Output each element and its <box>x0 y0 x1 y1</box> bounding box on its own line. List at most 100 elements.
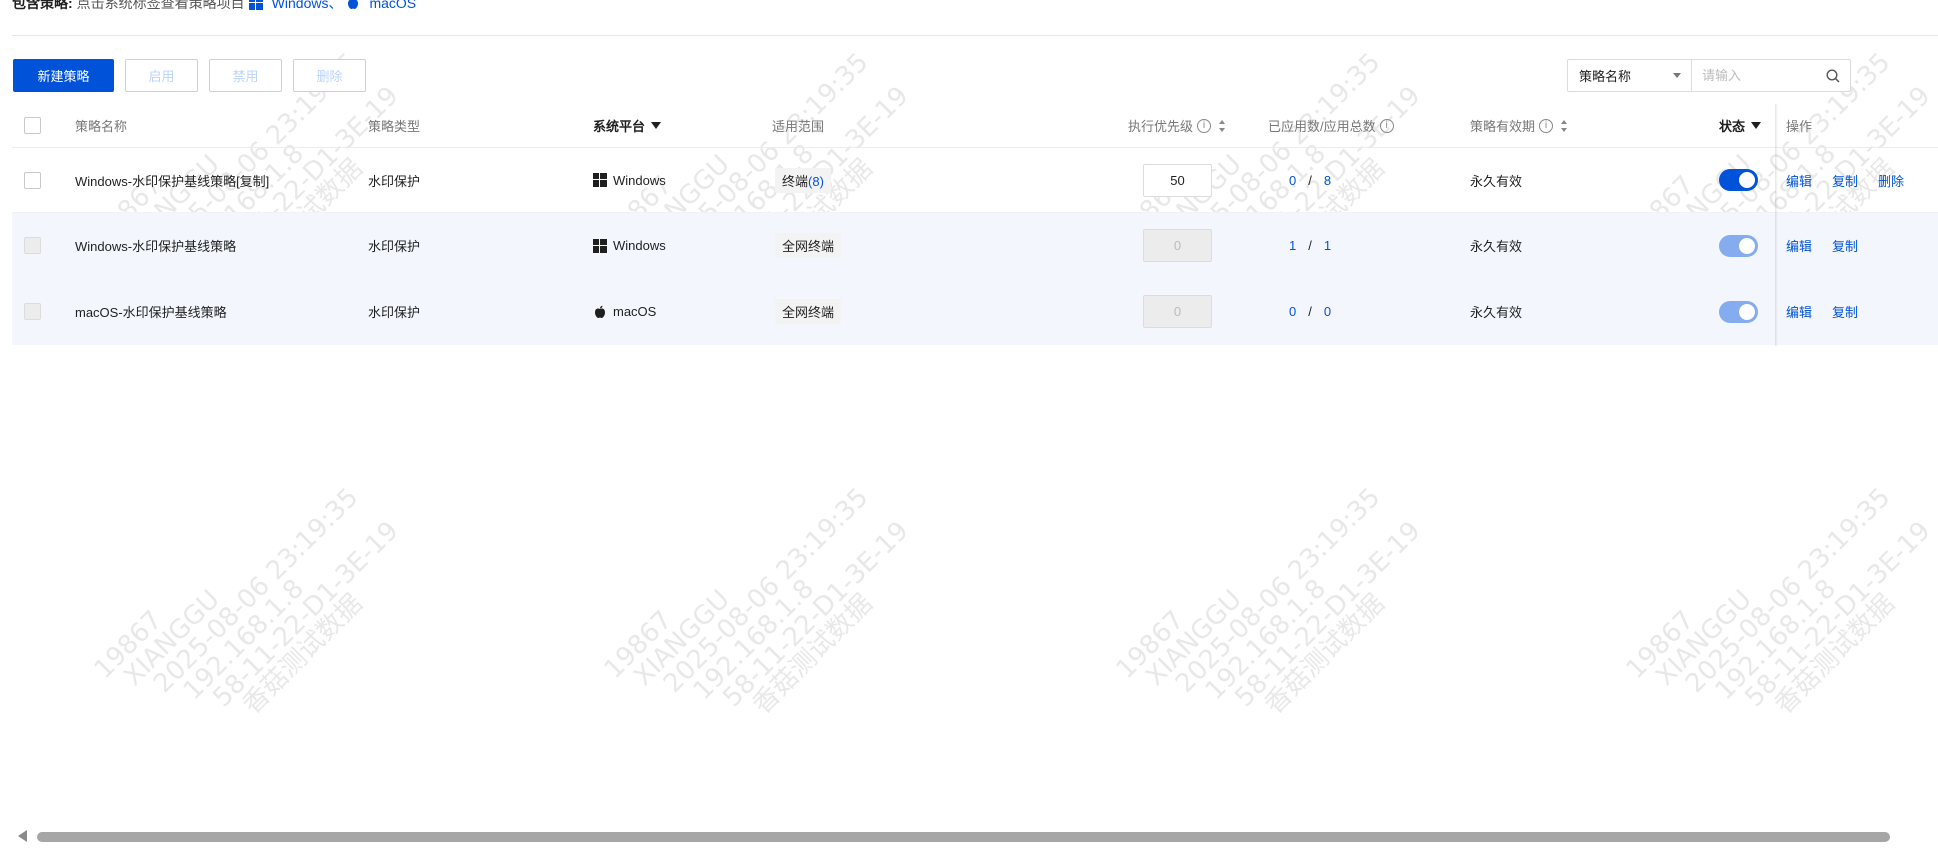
scrollbar-thumb[interactable] <box>37 832 1890 842</box>
watermark-line: 192.168.1.8 <box>1199 573 1333 707</box>
col-priority-label: 执行优先级 <box>1128 119 1194 134</box>
applied-separator: / <box>1308 304 1312 319</box>
col-validity[interactable]: 策略有效期 i <box>1470 116 1568 135</box>
status-toggle[interactable] <box>1719 234 1758 257</box>
priority-input[interactable]: 0 <box>1143 229 1212 262</box>
watermark-line: 香菇测试数据 <box>1769 588 1901 721</box>
watermark-line: 2025-08-06 23:19:35 <box>147 482 365 699</box>
validity: 永久有效 <box>1470 239 1523 254</box>
priority-cell: 0 <box>1143 229 1212 262</box>
watermark-line: 192.168.1.8 <box>687 573 821 707</box>
applied-cell: 0 / 0 <box>1289 304 1331 319</box>
platform-cell: Windows <box>593 238 666 253</box>
status-toggle[interactable] <box>1719 300 1758 323</box>
filter-icon[interactable] <box>651 122 662 129</box>
col-applied-label: 已应用数/应用总数 <box>1268 119 1376 134</box>
applied-count-link[interactable]: 1 <box>1289 238 1296 253</box>
status-cell <box>1719 300 1758 323</box>
strategy-name: Windows-水印保护基线策略[复制] <box>75 173 270 189</box>
row-checkbox[interactable] <box>24 237 41 254</box>
enable-button[interactable]: 启用 <box>125 59 198 92</box>
watermark-line: XIANGGU <box>628 584 736 692</box>
action-copy-link[interactable]: 复制 <box>1832 302 1858 321</box>
windows-icon <box>593 238 607 253</box>
row-select-cell <box>24 237 41 254</box>
action-edit-link[interactable]: 编辑 <box>1786 302 1812 321</box>
priority-cell: 0 <box>1143 295 1212 328</box>
status-cell <box>1719 169 1758 191</box>
applied-count-link[interactable]: 0 <box>1289 173 1296 188</box>
actions-cell: 编辑 复制 <box>1786 236 1858 255</box>
platform-link-windows[interactable]: Windows、 <box>248 0 342 13</box>
disable-button[interactable]: 禁用 <box>209 59 282 92</box>
info-icon[interactable]: i <box>1379 118 1394 133</box>
watermark-line: 58-11-22-D1-3E-19 <box>1739 515 1937 714</box>
priority-input[interactable]: 50 <box>1143 163 1212 197</box>
action-copy-link[interactable]: 复制 <box>1832 236 1858 255</box>
toolbar: 新建策略 启用 禁用 删除 <box>13 59 366 92</box>
col-actions: 操作 <box>1786 119 1813 134</box>
strategy-type: 水印保护 <box>368 173 421 189</box>
applied-cell: 0 / 8 <box>1289 173 1331 188</box>
col-status[interactable]: 状态 <box>1719 116 1762 135</box>
platform-label: Windows <box>613 238 666 253</box>
watermark-block: 19867 XIANGGU 2025-08-06 23:19:35 192.168.1… <box>1110 444 1443 775</box>
row-checkbox[interactable] <box>24 303 41 320</box>
col-priority[interactable]: 执行优先级 i <box>1128 116 1226 135</box>
actions-cell: 编辑 复制 <box>1786 302 1858 321</box>
delete-button[interactable]: 删除 <box>293 59 366 92</box>
row-select-cell <box>24 303 41 320</box>
search-icon[interactable] <box>1826 69 1840 83</box>
action-copy-link[interactable]: 复制 <box>1832 171 1858 190</box>
col-status-label: 状态 <box>1719 119 1746 134</box>
action-edit-link[interactable]: 编辑 <box>1786 236 1812 255</box>
watermark-line: 58-11-22-D1-3E-19 <box>717 515 915 714</box>
strategy-table: 策略名称 策略类型 系统平台 适用范围 执行优先级 i 已应用数/应用总数 i 策略… <box>12 104 1938 345</box>
sort-icon[interactable] <box>1219 119 1226 132</box>
search-field-select[interactable]: 策略名称 <box>1568 60 1692 91</box>
col-platform-label: 系统平台 <box>593 119 646 134</box>
strategy-hint-line: 包含策略: 点击系统标签查看策略项目 Windows、 macOS <box>12 0 416 14</box>
search-input[interactable] <box>1702 68 1840 83</box>
scroll-left-arrow-icon[interactable] <box>18 830 27 842</box>
new-strategy-button[interactable]: 新建策略 <box>13 59 114 92</box>
table-row: macOS-水印保护基线策略 水印保护 macOS 全网终端 0 0 / 0 永久有效 编辑 复制 <box>12 279 1938 345</box>
row-checkbox[interactable] <box>24 171 41 189</box>
total-count-link[interactable]: 1 <box>1324 238 1331 253</box>
watermark-line: XIANGGU <box>1140 584 1248 692</box>
apple-icon <box>595 305 605 318</box>
col-type: 策略类型 <box>368 119 421 134</box>
select-all-checkbox[interactable] <box>24 117 41 134</box>
windows-icon <box>248 0 263 10</box>
table-header: 策略名称 策略类型 系统平台 适用范围 执行优先级 i 已应用数/应用总数 i 策略… <box>12 104 1938 148</box>
strategy-type: 水印保护 <box>368 305 421 320</box>
strategy-type: 水印保护 <box>368 239 421 254</box>
horizontal-scrollbar[interactable] <box>12 824 1938 849</box>
action-edit-link[interactable]: 编辑 <box>1786 171 1812 190</box>
scope-text: 终端 <box>782 173 809 189</box>
scope-tag[interactable]: 全网终端 <box>775 233 842 258</box>
chevron-down-icon <box>1673 73 1681 78</box>
platform-link-macos[interactable]: macOS <box>346 0 416 11</box>
applied-count-link[interactable]: 0 <box>1289 304 1296 319</box>
filter-icon[interactable] <box>1751 122 1762 129</box>
watermark-line: 19867 <box>88 605 169 685</box>
info-icon[interactable]: i <box>1197 118 1212 133</box>
status-toggle[interactable] <box>1719 169 1758 191</box>
total-count-link[interactable]: 0 <box>1324 304 1331 319</box>
info-icon[interactable]: i <box>1539 118 1554 133</box>
watermark-line: 19867 <box>1110 605 1191 685</box>
platform-cell: Windows <box>593 173 666 188</box>
total-count-link[interactable]: 8 <box>1324 173 1331 188</box>
scope-tag[interactable]: 全网终端 <box>775 299 842 324</box>
priority-input[interactable]: 0 <box>1143 295 1212 328</box>
action-delete-link[interactable]: 删除 <box>1878 171 1904 190</box>
scope-tag[interactable]: 终端(8) <box>775 167 831 193</box>
actions-cell: 编辑 复制 删除 <box>1786 171 1904 190</box>
sort-icon[interactable] <box>1561 119 1568 132</box>
apple-icon <box>348 0 359 9</box>
col-platform[interactable]: 系统平台 <box>593 116 662 135</box>
col-validity-label: 策略有效期 <box>1470 119 1536 134</box>
watermark-block: 19867 XIANGGU 2025-08-06 23:19:35 192.168.1… <box>1621 444 1938 775</box>
fixed-column-shadow <box>1775 104 1778 346</box>
